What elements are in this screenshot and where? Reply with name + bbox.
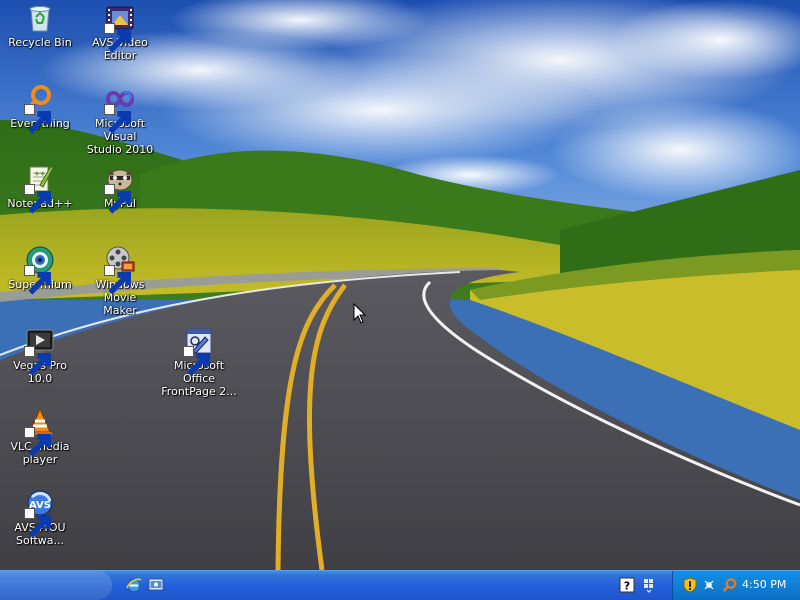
desktop-icon-vlc-media-player[interactable]: VLC media player: [0, 406, 80, 466]
desktop-icon-notepad[interactable]: ++ Notepad++: [0, 163, 80, 214]
desktop-icon-microsoft-office-frontpage-2[interactable]: Microsoft Office FrontPage 2...: [159, 325, 239, 398]
raccoon-icon: [104, 163, 136, 214]
film-strip-icon: [104, 2, 136, 53]
shortcut-arrow-icon: [24, 346, 51, 376]
film-reel-icon: [104, 244, 136, 295]
desktop-icon-avs-video-editor[interactable]: AVS Video Editor: [80, 2, 160, 62]
shortcut-arrow-icon: [24, 508, 51, 538]
clock[interactable]: 4:50 PM: [742, 578, 786, 591]
recycle-bin-icon: [24, 2, 56, 34]
desktop-icon-supermium[interactable]: Supermium: [0, 244, 80, 295]
help-icon[interactable]: ?: [619, 577, 635, 593]
desktop-icon-vegas-pro-10-0[interactable]: Vegas Pro 10.0: [0, 325, 80, 385]
shortcut-arrow-icon: [104, 23, 131, 53]
shortcut-arrow-icon: [24, 427, 51, 457]
shortcut-arrow-icon: [24, 184, 51, 214]
shortcut-arrow-icon: [104, 265, 131, 295]
mouse-cursor-icon: [353, 303, 367, 324]
quick-launch-show-desktop-icon[interactable]: [148, 577, 164, 593]
desktop-icon-windows-movie-maker[interactable]: Windows Movie Maker: [80, 244, 160, 317]
traffic-cone-icon: [24, 406, 56, 457]
shortcut-arrow-icon: [183, 346, 210, 376]
shortcut-arrow-icon: [24, 104, 51, 134]
desktop-icon-label: Recycle Bin: [8, 36, 72, 49]
start-button[interactable]: [0, 571, 112, 600]
shortcut-arrow-icon: [104, 184, 131, 214]
desktop-icon-everything[interactable]: Everything: [0, 83, 80, 134]
network-icon[interactable]: [702, 577, 718, 593]
desktop[interactable]: Recycle Bin AVS Video Editor Everything Mic…: [0, 0, 800, 600]
desktop-icon-mypal[interactable]: MyPal: [80, 163, 160, 214]
windows-flag-icon[interactable]: [641, 577, 657, 593]
infinity-icon: [104, 83, 136, 134]
shortcut-arrow-icon: [24, 265, 51, 295]
desktop-icon-avs4you-softwa[interactable]: AVS AVS4YOU Softwa...: [0, 487, 80, 547]
svg-text:?: ?: [624, 580, 630, 593]
monitor-play-icon: [24, 325, 56, 376]
quick-launch-internet-explorer-icon[interactable]: [126, 577, 142, 593]
svg-text:++: ++: [34, 170, 46, 178]
search-magnifier-icon[interactable]: [722, 577, 738, 593]
security-shield-icon[interactable]: [682, 577, 698, 593]
globe-eye-icon: [24, 244, 56, 295]
magnifier-ring-icon: [24, 83, 56, 134]
shortcut-arrow-icon: [104, 104, 131, 134]
desktop-icon-microsoft-visual-studio-2010[interactable]: Microsoft Visual Studio 2010: [80, 83, 160, 156]
frontpage-icon: [183, 325, 215, 376]
taskbar: ? 4:50 PM: [0, 570, 800, 600]
notepad-icon: ++: [24, 163, 56, 214]
avs-logo-icon: AVS: [24, 487, 56, 538]
desktop-icon-recycle-bin[interactable]: Recycle Bin: [0, 2, 80, 49]
